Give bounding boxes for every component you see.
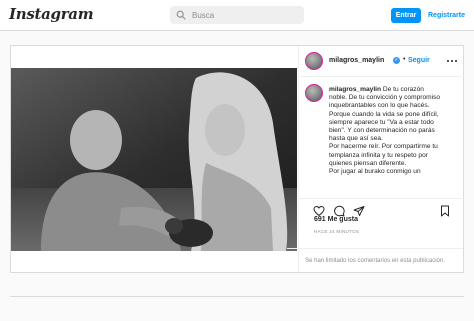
caption-line: De tu corazón (382, 86, 424, 93)
caption-line: Porque cuando la vida se pone difícil, (329, 110, 439, 118)
caption-line: noble. De tu convicción y compromiso (329, 94, 441, 102)
caption-avatar[interactable] (305, 84, 323, 102)
like-count[interactable]: 691 Me gusta (314, 216, 358, 223)
verified-badge-icon: ✓ (393, 57, 400, 64)
caption-text: milagros_maylin De tu corazón noble. De … (329, 86, 461, 176)
login-button[interactable]: Entrar (391, 8, 421, 23)
caption-line: templanza infinita y tu respeto por (329, 151, 428, 159)
post-photo[interactable] (11, 68, 297, 251)
post-sidebar: milagros_maylin ✓ • Seguir milagros_mayl… (298, 46, 465, 272)
separator-dot: • (403, 56, 406, 63)
caption-line: bien". Y con determinación no parás (329, 127, 435, 135)
caption-line: inquebrantables con lo que hacés. (329, 102, 430, 110)
more-options-icon[interactable] (447, 57, 457, 65)
avatar[interactable] (305, 52, 323, 70)
search-input[interactable] (192, 10, 292, 20)
divider (10, 296, 464, 297)
instagram-logo[interactable]: Instagram (9, 5, 94, 23)
post-caption: milagros_maylin De tu corazón noble. De … (305, 84, 461, 194)
post-timestamp[interactable]: HACE 24 MINUTOS (314, 229, 359, 234)
search-icon (176, 10, 186, 20)
caption-author[interactable]: milagros_maylin (329, 86, 381, 93)
photo-image (11, 68, 297, 251)
caption-line: hasta que así sea. (329, 135, 383, 143)
signup-link[interactable]: Registrarte (428, 8, 465, 23)
top-navigation-bar: Instagram Entrar Registrarte (0, 0, 474, 31)
caption-line: quienes piensan diferente. (329, 159, 407, 167)
post-card: milagros_maylin ✓ • Seguir milagros_mayl… (10, 45, 465, 273)
comments-disabled-notice: Se han limitado los comentarios en esta … (287, 248, 463, 272)
follow-button[interactable]: Seguir (408, 57, 430, 64)
post-actions (299, 198, 465, 218)
caption-line: Por jugar al burako conmigo un (329, 168, 421, 176)
caption-line: Por hacerme reír. Por compartirme tu (329, 143, 438, 151)
caption-line: siempre aparece tu "Va a estar todo (329, 118, 434, 126)
search-box[interactable] (170, 6, 304, 24)
post-header: milagros_maylin ✓ • Seguir (299, 46, 465, 77)
bookmark-icon[interactable] (439, 205, 451, 217)
post-author[interactable]: milagros_maylin (329, 57, 384, 64)
